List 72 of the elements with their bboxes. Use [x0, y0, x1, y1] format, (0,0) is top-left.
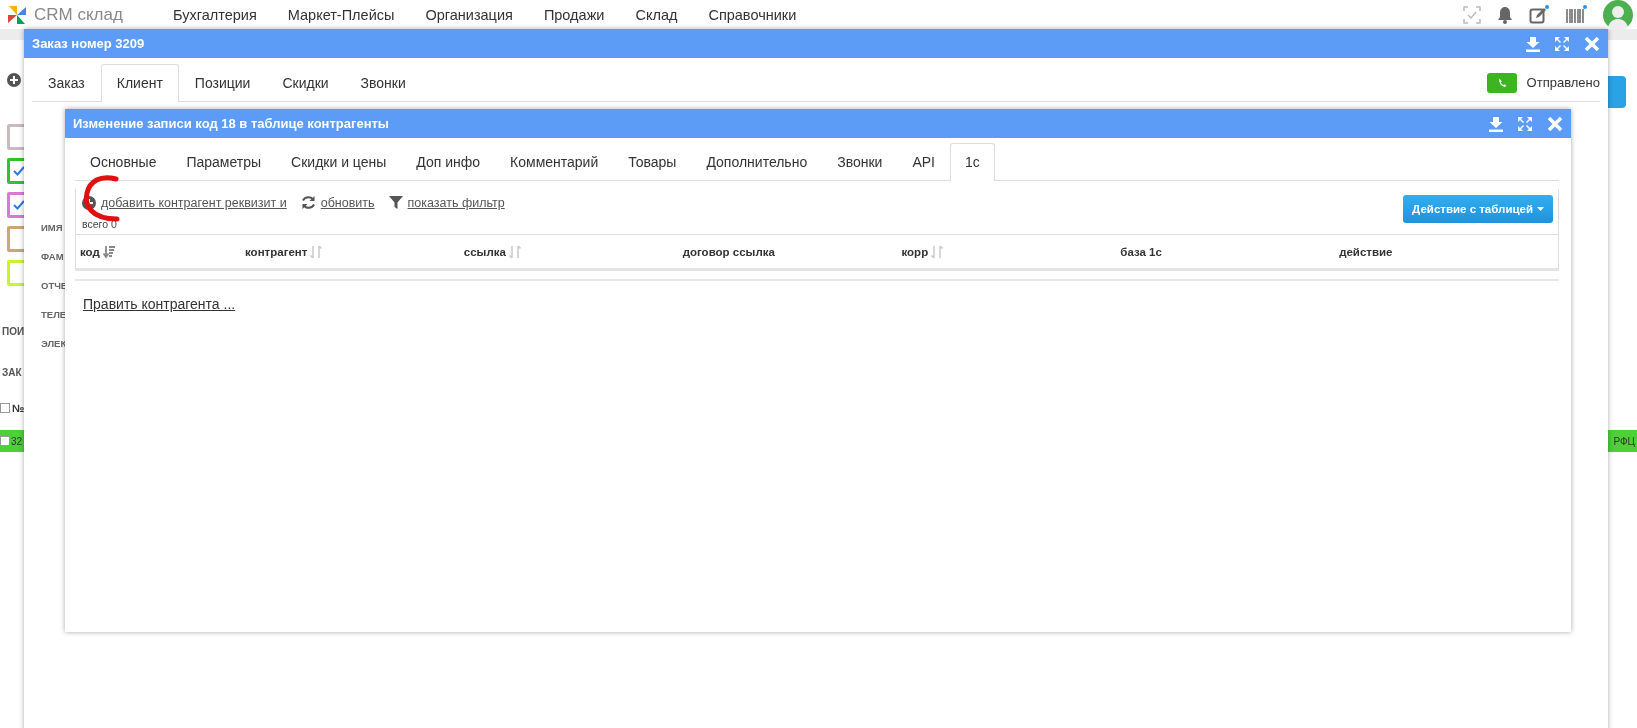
field-label: ИМЯ — [41, 222, 63, 233]
edit-icon[interactable] — [1529, 4, 1549, 25]
check-icon — [13, 166, 25, 176]
menu-item[interactable]: Справочники — [693, 6, 812, 23]
tab[interactable]: Дополнительно — [691, 143, 823, 181]
field-label: ТЕЛЕ — [41, 309, 67, 320]
checkbox[interactable] — [0, 403, 10, 413]
avatar-icon[interactable] — [1603, 0, 1633, 30]
checkbox[interactable] — [0, 436, 10, 446]
bell-icon[interactable] — [1497, 5, 1513, 24]
tab[interactable]: Скидки — [266, 64, 345, 102]
status-label: Отправлено — [1526, 75, 1600, 90]
fullscreen-icon[interactable] — [1554, 35, 1570, 52]
tab[interactable]: Основные — [75, 143, 172, 181]
column-header[interactable]: контрагент — [245, 245, 308, 258]
tab[interactable]: 1с — [949, 143, 995, 181]
menu-item[interactable]: Склад — [620, 6, 693, 23]
tab[interactable]: Заказ — [32, 64, 101, 102]
column-header[interactable]: база 1с — [1120, 245, 1162, 258]
menu-item[interactable]: Бухгалтерия — [161, 6, 272, 23]
dialog-title: Изменение записи код 18 в таблице контрагенты — [73, 116, 389, 131]
phone-button-icon[interactable] — [1486, 72, 1517, 93]
dialog-title: Заказ номер 3209 — [32, 36, 145, 51]
caret-icon — [1537, 207, 1544, 211]
tab[interactable]: API — [897, 143, 950, 181]
tab[interactable]: Звонки — [822, 143, 898, 181]
field-label: ЭЛЕК — [41, 338, 67, 349]
add-icon — [82, 195, 96, 210]
tab[interactable]: Параметры — [171, 143, 277, 181]
edit-link[interactable]: Править контрагента ... — [83, 296, 236, 312]
button[interactable] — [1606, 76, 1626, 108]
sort-descending-icon[interactable] — [102, 244, 115, 259]
menu-item[interactable]: Организация — [410, 6, 528, 23]
scan-check-icon[interactable] — [1463, 5, 1481, 24]
fullscreen-icon[interactable] — [1517, 115, 1533, 132]
sort-icon[interactable] — [931, 244, 944, 259]
field-label: ФАМ — [41, 251, 64, 262]
column-header: № — [12, 402, 25, 414]
add-icon[interactable] — [7, 73, 21, 87]
brand-name[interactable]: CRM склад — [34, 4, 123, 25]
barcode-icon[interactable] — [1565, 4, 1587, 25]
section-label: ЗАК — [2, 367, 22, 378]
column-header[interactable]: код — [80, 245, 100, 258]
sort-icon[interactable] — [508, 244, 521, 259]
column-header[interactable]: ссылка — [463, 245, 506, 258]
tab[interactable]: Позиции — [178, 64, 267, 102]
table-cell: РФЦ — [1613, 435, 1635, 447]
section-label: ПОИ — [2, 326, 25, 337]
close-icon[interactable] — [1547, 115, 1563, 132]
download-icon[interactable] — [1489, 115, 1503, 132]
refresh-icon — [300, 195, 316, 210]
toolbar-link[interactable]: показать фильтр — [388, 195, 505, 210]
menu-item[interactable]: Маркет-Плейсы — [272, 6, 410, 23]
table-cell: 32 — [11, 435, 23, 447]
toolbar-link[interactable]: обновить — [300, 195, 375, 210]
column-header[interactable]: действие — [1339, 245, 1393, 258]
sort-icon[interactable] — [310, 244, 323, 259]
tab[interactable]: Скидки и цены — [276, 143, 402, 181]
tab[interactable]: Звонки — [344, 64, 422, 102]
check-icon — [13, 200, 25, 210]
tab[interactable]: Клиент — [100, 64, 179, 102]
tab[interactable]: Доп инфо — [401, 143, 496, 181]
close-icon[interactable] — [1584, 35, 1600, 52]
download-icon[interactable] — [1526, 35, 1540, 52]
menu-item[interactable]: Продажи — [528, 6, 620, 23]
tab[interactable]: Комментарий — [495, 143, 614, 181]
toolbar-link[interactable]: добавить контрагент реквизит и — [82, 195, 287, 210]
column-header[interactable]: договор ссылка — [682, 245, 775, 258]
tab[interactable]: Товары — [613, 143, 692, 181]
column-header[interactable]: корр — [901, 245, 929, 258]
pinwheel-logo-icon — [6, 3, 28, 26]
filter-icon — [388, 195, 403, 210]
